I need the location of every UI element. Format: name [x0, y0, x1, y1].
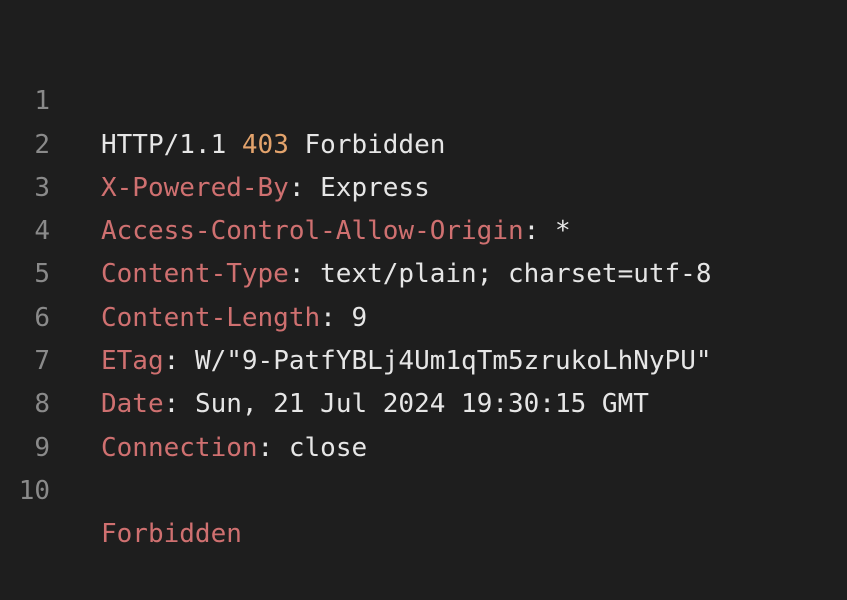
header-line: 8 Connection: close	[0, 340, 847, 462]
response-body: Forbidden	[101, 519, 242, 550]
line-number: 10	[18, 475, 50, 506]
header-line: 7 Date: Sun, 21 Jul 2024 19:30:15 GMT	[0, 297, 847, 419]
header-line: 5 Content-Length: 9	[0, 210, 847, 332]
header-line: 3 Access-Control-Allow-Origin: *	[0, 124, 847, 246]
http-response-viewer: 1 HTTP/1.1 403 Forbidden 2 X-Powered-By:…	[0, 37, 847, 549]
status-line: 1 HTTP/1.1 403 Forbidden	[0, 37, 847, 159]
header-line: 6 ETag: W/"9-PatfYBLj4Um1qTm5zrukoLhNyPU…	[0, 253, 847, 376]
blank-line: 9	[0, 383, 847, 463]
body-line: 10 Forbidden	[0, 427, 847, 549]
header-line: 4 Content-Type: text/plain; charset=utf-…	[0, 167, 847, 289]
header-line: 2 X-Powered-By: Express	[0, 80, 847, 203]
